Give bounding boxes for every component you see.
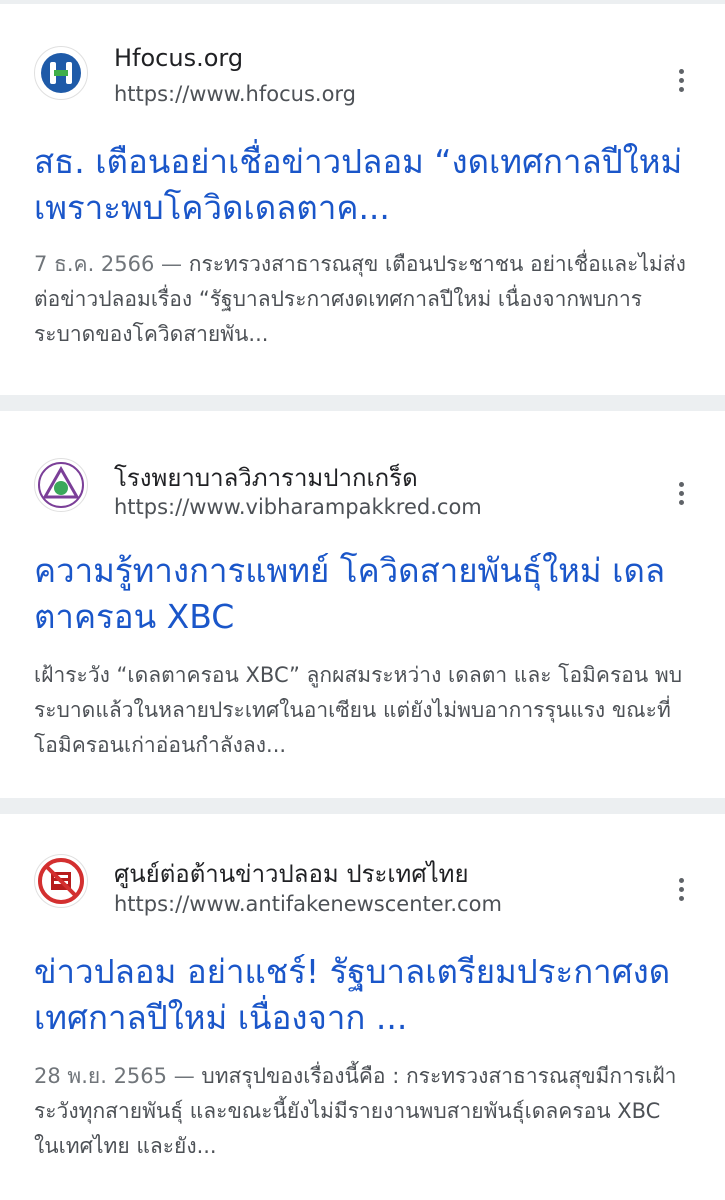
- result-source[interactable]: Hfocus.org https://www.hfocus.org: [34, 4, 691, 114]
- site-name: ศูนย์ต่อต้านข่าวปลอม ประเทศไทย: [114, 860, 469, 888]
- site-name: โรงพยาบาลวิภารามปากเกร็ด: [114, 464, 418, 492]
- site-name: Hfocus.org: [114, 44, 244, 72]
- hfocus-logo-icon: [41, 53, 81, 93]
- site-url: https://www.hfocus.org: [114, 82, 357, 106]
- hfocus-favicon-icon: [34, 46, 88, 100]
- more-options-icon[interactable]: [665, 473, 697, 513]
- result-title-link[interactable]: สธ. เตือนอย่าเชื่อข่าวปลอม “งดเทศกาลปีให…: [34, 139, 691, 231]
- result-date: 7 ธ.ค. 2566 —: [34, 252, 189, 276]
- result-title-link[interactable]: ความรู้ทางการแพทย์ โควิดสายพันธุ์ใหม่ เด…: [34, 548, 691, 640]
- antifakenews-logo-icon: [38, 858, 84, 904]
- result-snippet: เฝ้าระวัง “เดลตาครอน XBC” ลูกผสมระหว่าง …: [34, 658, 691, 763]
- site-url: https://www.antifakenewscenter.com: [114, 892, 502, 916]
- more-options-icon[interactable]: [665, 869, 697, 909]
- search-result: โรงพยาบาลวิภารามปากเกร็ด https://www.vib…: [0, 411, 725, 798]
- antifakenews-favicon-icon: [34, 854, 88, 908]
- vibharam-favicon-icon: [34, 458, 88, 512]
- result-snippet: 7 ธ.ค. 2566 — กระทรวงสาธารณสุข เตือนประช…: [34, 247, 691, 352]
- snippet-text: เฝ้าระวัง “เดลตาครอน XBC” ลูกผสมระหว่าง …: [34, 663, 683, 757]
- vibharam-logo-icon: [38, 462, 84, 508]
- result-divider: [0, 798, 725, 814]
- more-options-icon[interactable]: [665, 60, 697, 100]
- result-divider: [0, 395, 725, 411]
- result-title-link[interactable]: ข่าวปลอม อย่าแชร์! รัฐบาลเตรียมประกาศงดเ…: [34, 949, 691, 1041]
- result-source[interactable]: ศูนย์ต่อต้านข่าวปลอม ประเทศไทย https://w…: [34, 814, 691, 929]
- site-url: https://www.vibharampakkred.com: [114, 495, 482, 519]
- result-date: 28 พ.ย. 2565 —: [34, 1064, 202, 1088]
- search-result: ศูนย์ต่อต้านข่าวปลอม ประเทศไทย https://w…: [0, 814, 725, 1200]
- result-source[interactable]: โรงพยาบาลวิภารามปากเกร็ด https://www.vib…: [34, 411, 691, 526]
- search-result: Hfocus.org https://www.hfocus.org สธ. เต…: [0, 4, 725, 395]
- result-snippet: 28 พ.ย. 2565 — บทสรุปของเรื่องนี้คือ : ก…: [34, 1059, 691, 1164]
